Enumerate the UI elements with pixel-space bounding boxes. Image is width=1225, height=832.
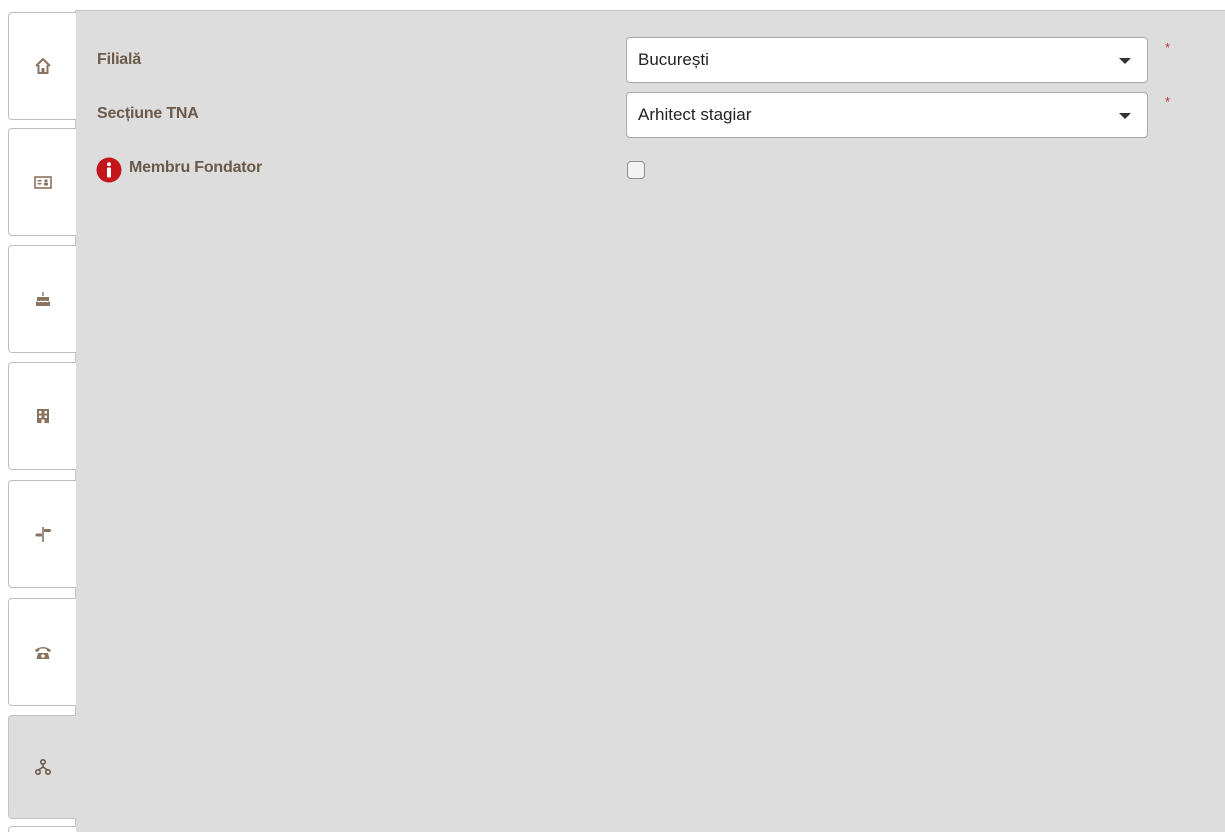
sectiune-tna-label: Secțiune TNA	[97, 105, 199, 122]
sitemap-icon	[33, 757, 53, 777]
filiala-select[interactable]: București	[626, 37, 1148, 83]
sectiune-tna-select-value: Arhitect stagiar	[638, 105, 752, 124]
phone-icon	[33, 642, 53, 662]
id-card-icon	[33, 172, 53, 192]
birthday-cake-icon	[33, 289, 53, 309]
tab-home[interactable]	[8, 12, 76, 120]
tab-birthday[interactable]	[8, 245, 76, 353]
membru-fondator-label: Membru Fondator	[129, 159, 262, 176]
chevron-down-icon	[1119, 58, 1131, 64]
chevron-down-icon	[1119, 113, 1131, 119]
tab-next[interactable]	[8, 826, 76, 832]
filiala-required-mark: *	[1165, 40, 1171, 55]
tab-contact[interactable]	[8, 598, 76, 706]
building-icon	[33, 406, 53, 426]
tab-organization[interactable]	[8, 715, 76, 819]
tab-address[interactable]	[8, 480, 76, 588]
home-icon	[33, 56, 53, 76]
membru-fondator-checkbox[interactable]	[627, 161, 645, 179]
tab-company[interactable]	[8, 362, 76, 470]
signpost-icon	[33, 524, 53, 544]
tab-identity[interactable]	[8, 128, 76, 236]
filiala-select-value: București	[638, 50, 709, 69]
sectiune-tna-select[interactable]: Arhitect stagiar	[626, 92, 1148, 138]
info-icon[interactable]	[96, 157, 122, 183]
app-window: Filială București * Secțiune TNA Arhitec…	[0, 0, 1225, 832]
filiala-label: Filială	[97, 51, 141, 68]
sectiune-tna-required-mark: *	[1165, 94, 1171, 109]
